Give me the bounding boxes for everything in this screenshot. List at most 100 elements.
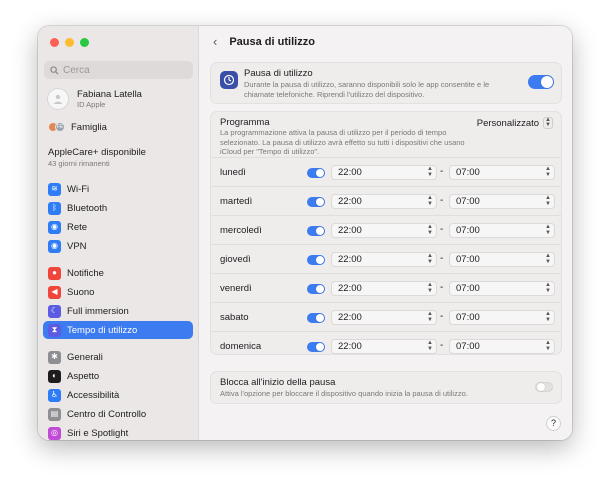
screen-time-icon (220, 71, 238, 89)
day-label: martedì (220, 196, 253, 207)
settings-window: Fabiana Latella ID Apple FE Famiglia App… (38, 26, 572, 440)
end-time-field[interactable]: 07:00 ▲ ▼ (449, 252, 555, 267)
minimize-window-button[interactable] (65, 38, 74, 47)
sidebar-item-label: Siri e Spotlight (67, 427, 129, 439)
end-time-value: 07:00 (456, 283, 480, 294)
day-toggle[interactable] (307, 313, 325, 323)
sidebar-item-notifiche[interactable]: ● Notifiche (43, 264, 193, 282)
start-time-field[interactable]: 22:00 ▲ ▼ (331, 165, 437, 180)
search-input[interactable] (63, 64, 183, 76)
sidebar-item-label: VPN (67, 240, 87, 252)
schedule-day-row: martedì 22:00 ▲ ▼ -07:00 ▲ ▼ (211, 186, 561, 215)
downtime-card: Pausa di utilizzo Durante la pausa di ut… (210, 62, 562, 104)
time-stepper-icon[interactable]: ▲ ▼ (545, 311, 551, 323)
sidebar-item-siri-e-spotlight[interactable]: ◎ Siri e Spotlight (43, 424, 193, 440)
time-stepper-icon[interactable]: ▲ ▼ (545, 166, 551, 178)
bell-icon: ● (48, 266, 61, 280)
start-time-field[interactable]: 22:00 ▲ ▼ (331, 310, 437, 325)
end-time-field[interactable]: 07:00 ▲ ▼ (449, 194, 555, 209)
close-window-button[interactable] (50, 38, 59, 47)
end-time-field[interactable]: 07:00 ▲ ▼ (449, 223, 555, 238)
day-label: venerdì (220, 283, 252, 294)
sidebar-item-label: Wi-Fi (67, 183, 90, 195)
applecare-item[interactable]: AppleCare+ disponibile 43 giorni rimanen… (48, 147, 146, 169)
schedule-mode-select[interactable]: Personalizzato ▲ ▼ (477, 117, 553, 129)
time-stepper-icon[interactable]: ▲ ▼ (545, 253, 551, 265)
schedule-day-row: giovedì 22:00 ▲ ▼ -07:00 ▲ ▼ (211, 244, 561, 273)
sidebar-item-rete[interactable]: ◉ Rete (43, 218, 193, 236)
sidebar-item-centro-di-controllo[interactable]: ▤ Centro di Controllo (43, 405, 193, 423)
start-time-field[interactable]: 22:00 ▲ ▼ (331, 252, 437, 267)
schedule-day-row: sabato 22:00 ▲ ▼ -07:00 ▲ ▼ (211, 302, 561, 331)
downtime-description: Durante la pausa di utilizzo, saranno di… (244, 80, 490, 99)
back-button[interactable]: ‹ (213, 35, 217, 49)
time-stepper-icon[interactable]: ▲ ▼ (427, 340, 433, 352)
time-stepper-icon[interactable]: ▲ ▼ (427, 224, 433, 236)
time-separator: - (440, 340, 444, 351)
search-box[interactable] (44, 61, 193, 79)
zoom-window-button[interactable] (80, 38, 89, 47)
downtime-toggle[interactable] (528, 75, 554, 89)
sidebar-item-label: Bluetooth (67, 202, 108, 214)
time-separator: - (440, 282, 444, 293)
end-time-field[interactable]: 07:00 ▲ ▼ (449, 165, 555, 180)
end-time-value: 07:00 (456, 196, 480, 207)
start-time-value: 22:00 (338, 283, 362, 294)
sidebar-item-full-immersion[interactable]: ☾ Full immersion (43, 302, 193, 320)
start-time-value: 22:00 (338, 196, 362, 207)
start-time-field[interactable]: 22:00 ▲ ▼ (331, 339, 437, 354)
bluetooth-icon: ᛒ (48, 201, 61, 215)
time-stepper-icon[interactable]: ▲ ▼ (427, 311, 433, 323)
sidebar-item-bluetooth[interactable]: ᛒ Bluetooth (43, 199, 193, 217)
day-toggle[interactable] (307, 168, 325, 178)
sidebar-item-wi-fi[interactable]: ≋ Wi-Fi (43, 180, 193, 198)
day-toggle[interactable] (307, 255, 325, 265)
sidebar-item-label: Full immersion (67, 305, 129, 317)
day-label: mercoledì (220, 225, 262, 236)
time-stepper-icon[interactable]: ▲ ▼ (545, 224, 551, 236)
day-toggle[interactable] (307, 342, 325, 352)
sidebar-item-label: Accessibilità (67, 389, 120, 401)
sidebar-item-tempo-di-utilizzo[interactable]: ⧗ Tempo di utilizzo (43, 321, 193, 339)
time-stepper-icon[interactable]: ▲ ▼ (545, 282, 551, 294)
start-time-value: 22:00 (338, 341, 362, 352)
end-time-value: 07:00 (456, 254, 480, 265)
time-stepper-icon[interactable]: ▲ ▼ (545, 195, 551, 207)
gear-icon: ✱ (48, 350, 61, 364)
day-toggle[interactable] (307, 197, 325, 207)
hourglass-icon: ⧗ (48, 323, 61, 337)
day-label: sabato (220, 312, 249, 323)
help-button[interactable]: ? (546, 416, 561, 431)
end-time-field[interactable]: 07:00 ▲ ▼ (449, 281, 555, 296)
sidebar-item-vpn[interactable]: ◉ VPN (43, 237, 193, 255)
time-stepper-icon[interactable]: ▲ ▼ (427, 166, 433, 178)
time-stepper-icon[interactable]: ▲ ▼ (427, 282, 433, 294)
user-avatar-icon (53, 94, 63, 104)
time-separator: - (440, 311, 444, 322)
time-stepper-icon[interactable]: ▲ ▼ (545, 340, 551, 352)
day-toggle[interactable] (307, 226, 325, 236)
time-stepper-icon[interactable]: ▲ ▼ (427, 253, 433, 265)
sidebar-item-aspetto[interactable]: ◐ Aspetto (43, 367, 193, 385)
start-time-field[interactable]: 22:00 ▲ ▼ (331, 223, 437, 238)
end-time-field[interactable]: 07:00 ▲ ▼ (449, 310, 555, 325)
sidebar-item-accessibilit-[interactable]: ♿ Accessibilità (43, 386, 193, 404)
moon-icon: ☾ (48, 304, 61, 318)
schedule-day-row: venerdì 22:00 ▲ ▼ -07:00 ▲ ▼ (211, 273, 561, 302)
profile-item[interactable]: Fabiana Latella ID Apple (47, 88, 142, 110)
accessibility-icon: ♿ (48, 388, 61, 402)
day-label: lunedì (220, 167, 246, 178)
start-time-field[interactable]: 22:00 ▲ ▼ (331, 281, 437, 296)
block-toggle[interactable] (535, 382, 553, 392)
day-toggle[interactable] (307, 284, 325, 294)
start-time-value: 22:00 (338, 254, 362, 265)
sidebar-item-generali[interactable]: ✱ Generali (43, 348, 193, 366)
start-time-field[interactable]: 22:00 ▲ ▼ (331, 194, 437, 209)
end-time-field[interactable]: 07:00 ▲ ▼ (449, 339, 555, 354)
time-stepper-icon[interactable]: ▲ ▼ (427, 195, 433, 207)
vpn-globe-icon: ◉ (48, 239, 61, 253)
schedule-card: Programma La programmazione attiva la pa… (210, 111, 562, 355)
sidebar-item-suono[interactable]: ◀ Suono (43, 283, 193, 301)
sidebar-item-family[interactable]: FE Famiglia (43, 118, 193, 136)
end-time-value: 07:00 (456, 167, 480, 178)
